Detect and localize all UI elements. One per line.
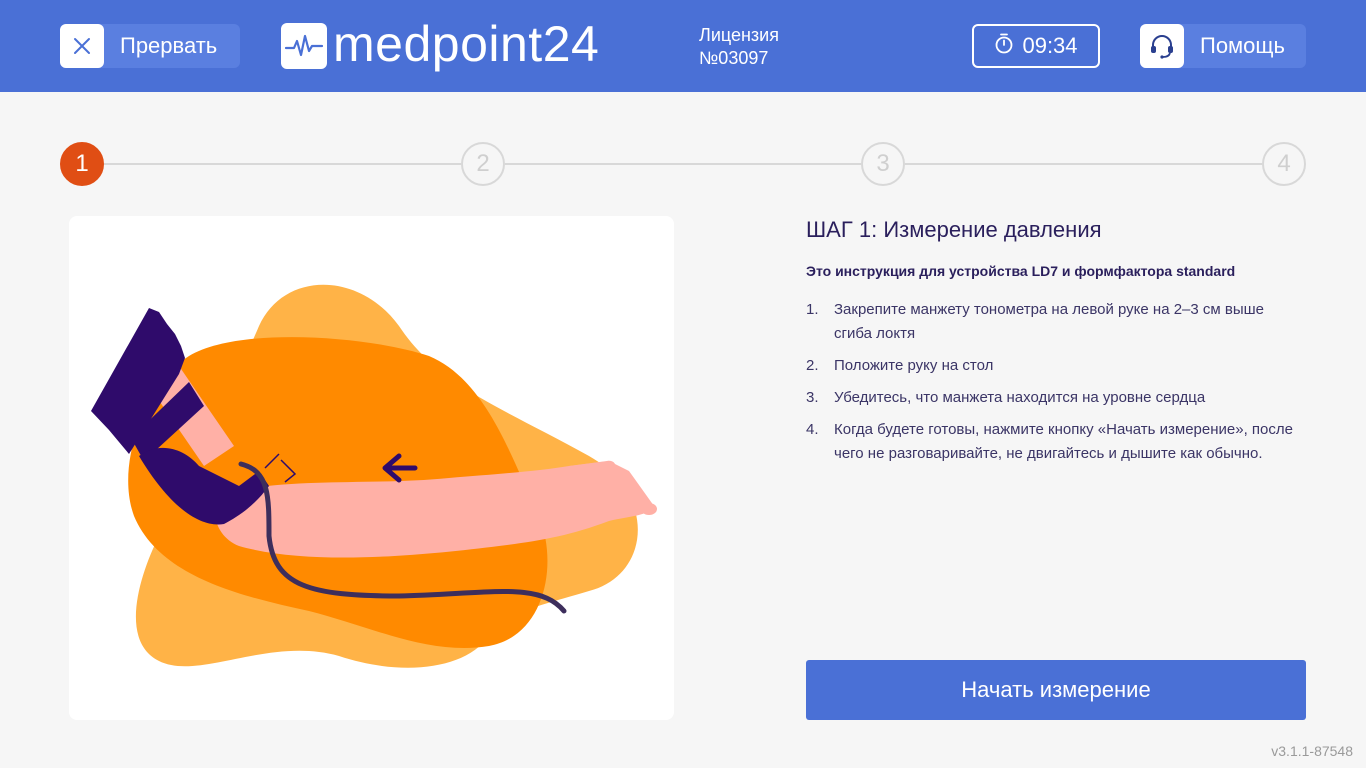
illustration-card	[69, 216, 674, 720]
list-item-text: Положите руку на стол	[834, 357, 994, 374]
list-item-text: Убедитесь, что манжета находится на уров…	[834, 389, 1206, 406]
list-item-number: 3.	[806, 389, 819, 406]
list-item: 1. Закрепите манжету тонометра на левой …	[806, 298, 1306, 346]
abort-button-label: Прервать	[120, 33, 218, 58]
heartbeat-icon	[281, 23, 327, 69]
start-measurement-button[interactable]: Начать измерение	[806, 660, 1306, 720]
headset-icon	[1140, 24, 1184, 68]
step-progress: 1 2 3 4	[60, 142, 1306, 186]
blood-pressure-illustration	[91, 284, 657, 668]
license-label: Лицензия	[699, 25, 779, 45]
stopwatch-icon	[994, 32, 1014, 60]
instruction-subtitle: Это инструкция для устройства LD7 и форм…	[806, 263, 1236, 279]
list-item-number: 1.	[806, 301, 819, 318]
close-icon	[60, 24, 104, 68]
list-item: 4. Когда будете готовы, нажмите кнопку «…	[806, 418, 1306, 466]
step-indicator-3: 3	[861, 142, 905, 186]
step-connector	[905, 163, 1262, 165]
instruction-list: 1. Закрепите манжету тонометра на левой …	[806, 298, 1306, 474]
list-item-number: 2.	[806, 357, 819, 374]
step-connector	[505, 163, 861, 165]
app-version: v3.1.1-87548	[1271, 743, 1353, 759]
step-connector	[104, 163, 461, 165]
list-item: 3. Убедитесь, что манжета находится на у…	[806, 386, 1306, 410]
list-item-text: Когда будете готовы, нажмите кнопку «Нач…	[834, 421, 1293, 462]
header-bar: Прервать medpoint24 Лицензия №03097 09:3…	[0, 0, 1366, 92]
session-timer: 09:34	[972, 24, 1100, 68]
logo-text: medpoint24	[333, 16, 600, 72]
help-button[interactable]: Помощь	[1140, 24, 1306, 68]
step-indicator-2: 2	[461, 142, 505, 186]
license-info: Лицензия №03097	[699, 24, 779, 70]
list-item-text: Закрепите манжету тонометра на левой рук…	[834, 301, 1265, 342]
timer-value: 09:34	[1022, 33, 1078, 58]
help-button-label: Помощь	[1200, 33, 1285, 58]
list-item: 2. Положите руку на стол	[806, 354, 1306, 378]
instruction-title: ШАГ 1: Измерение давления	[806, 217, 1102, 242]
logo: medpoint24	[281, 16, 600, 72]
abort-button[interactable]: Прервать	[60, 24, 240, 68]
license-number: №03097	[699, 48, 769, 68]
step-indicator-1: 1	[60, 142, 104, 186]
step-indicator-4: 4	[1262, 142, 1306, 186]
list-item-number: 4.	[806, 421, 819, 438]
